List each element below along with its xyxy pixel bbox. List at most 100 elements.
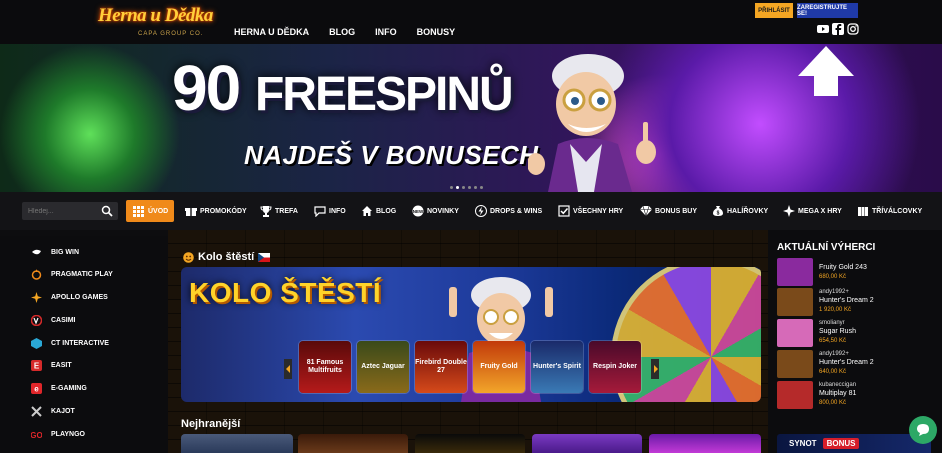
svg-text:GO: GO [31,431,42,440]
category-trefa[interactable]: TREFA [259,200,298,222]
game-tile-aztec-jaguar[interactable]: Aztec Jaguar [357,341,409,393]
game-thumb[interactable] [649,434,761,453]
hero-subline: NAJDEŠ V BONUSECH [244,140,539,170]
login-button[interactable]: PŘIHLÁSIT [755,3,793,18]
category-mega-x-hry[interactable]: MEGA X HRY [782,200,842,222]
kolo-stesti-banner[interactable]: KOLO ŠTĚSTÍ 81 Famous Multifruits Aztec … [181,267,761,402]
instagram-icon[interactable] [847,23,859,35]
winner-user: andy1992+ [819,289,849,295]
hero-headline: 90 FREESPINŮ [172,56,514,127]
easit-icon: E [30,359,42,371]
winner-amount: 680,00 Kč [819,274,847,280]
game-tile-hunters-spirit[interactable]: Hunter's Spirit [531,341,583,393]
category-label: BLOG [376,207,397,215]
search-input[interactable] [28,207,98,215]
winner-game-thumb [777,319,813,347]
winner-item[interactable]: andy1992+ Hunter's Dream 2 640,00 Kč [777,350,937,378]
winner-amount: 640,00 Kč [819,369,847,375]
provider-label: KAJOT [51,407,75,415]
provider-kajot[interactable]: KAJOT [30,404,75,418]
site-logo[interactable]: Herna u Dědka CAPA GROUP CO. [98,5,218,41]
flag-cz-icon [258,252,271,262]
category-label: ÚVOD [148,207,169,215]
category-drops-wins[interactable]: DROPS & WINS [474,200,542,222]
winner-amount: 1 920,00 Kč [819,307,852,313]
winner-amount: 800,00 Kč [819,400,847,406]
winner-item[interactable]: smolianyr Sugar Rush 654,50 Kč [777,319,937,347]
provider-label: PRAGMATIC PLAY [51,270,113,278]
nav-info[interactable]: INFO [375,27,397,37]
grid-icon [132,205,145,218]
facebook-icon[interactable] [832,23,844,35]
provider-e-gaming[interactable]: e E-GAMING [30,381,87,395]
synot-bonus-banner[interactable]: SYNOT BONUS [777,434,931,453]
winners-title: AKTUÁLNÍ VÝHERCI [777,242,876,253]
hero-banner[interactable]: 90 FREESPINŮ NAJDEŠ V BONUSECH [0,44,942,192]
nejhranejsi-heading: Nejhranější [181,418,241,430]
game-tile-firebird-double[interactable]: Firebird Double 27 [415,341,467,393]
chevron-left-icon [285,365,290,373]
youtube-icon[interactable] [817,23,829,35]
category-novinky[interactable]: NEW NOVINKY [411,200,459,222]
hero-headline-number: 90 [172,52,241,124]
game-thumb[interactable] [181,434,293,453]
category-trivalcovky[interactable]: TŘÍVÁLCOVKY [856,200,922,222]
register-button[interactable]: ZAREGISTRUJTE SE! [797,3,858,18]
money-bag-icon: $ [711,205,724,218]
provider-label: E-GAMING [51,384,87,392]
category-promokody[interactable]: PROMOKÓDY [184,200,247,222]
winner-game: Sugar Rush [819,328,856,335]
pragmatic-play-icon [30,268,42,280]
winner-item[interactable]: andy1992+ Hunter's Dream 2 1 920,00 Kč [777,288,937,316]
games-next-button[interactable] [651,359,659,379]
search-box[interactable] [22,202,118,220]
game-tile-famous-multifruits[interactable]: 81 Famous Multifruits [299,341,351,393]
game-thumb[interactable] [532,434,642,453]
provider-casimi[interactable]: CASIMI [30,313,76,327]
provider-big-win[interactable]: BIG WIN [30,245,79,259]
category-halirovky[interactable]: $ HALÍŘOVKY [711,200,768,222]
category-label: DROPS & WINS [490,207,543,215]
big-win-icon [30,246,42,258]
category-info[interactable]: INFO [313,200,346,222]
category-uvod[interactable]: ÚVOD [126,200,175,222]
games-prev-button[interactable] [284,359,292,379]
provider-apollo-games[interactable]: APOLLO GAMES [30,290,108,304]
provider-label: PLAYNGO [51,430,85,438]
kolo-stesti-heading: Kolo štěstí [183,251,271,263]
winner-item[interactable]: Fruity Gold 243 680,00 Kč [777,258,937,286]
game-carousel: 81 Famous Multifruits Aztec Jaguar Fireb… [299,341,641,393]
category-label: HALÍŘOVKY [727,207,769,215]
category-label: NOVINKY [427,207,459,215]
nav-bonusy[interactable]: BONUSY [417,27,456,37]
provider-pragmatic-play[interactable]: PRAGMATIC PLAY [30,267,113,281]
provider-label: CT INTERACTIVE [51,339,109,347]
provider-easit[interactable]: E EASIT [30,358,72,372]
winner-item[interactable]: kubaneccigan Multiplay 81 800,00 Kč [777,381,937,409]
category-label: INFO [329,207,346,215]
game-tile-fruity-gold[interactable]: Fruity Gold [473,341,525,393]
provider-ct-interactive[interactable]: CT INTERACTIVE [30,336,109,350]
main-nav: HERNA U DĚDKA BLOG INFO BONUSY [234,27,475,37]
chat-icon [313,205,326,218]
chat-button[interactable] [909,416,937,444]
game-tile-respin-joker[interactable]: Respin Joker [589,341,641,393]
category-vsechny-hry[interactable]: VŠECHNY HRY [557,200,623,222]
category-bonus-buy[interactable]: BONUS BUY [639,200,697,222]
winner-game: Multiplay 81 [819,390,857,397]
search-icon[interactable] [101,205,113,217]
provider-playngo[interactable]: GO PLAYNGO [30,427,85,441]
game-thumb[interactable] [415,434,525,453]
category-blog[interactable]: BLOG [360,200,396,222]
logo-subtext: CAPA GROUP CO. [138,31,204,37]
new-icon: NEW [411,205,424,218]
chat-bubble-icon [917,424,929,436]
svg-text:E: E [33,361,39,370]
nav-blog[interactable]: BLOG [329,27,355,37]
provider-label: BIG WIN [51,248,79,256]
mega-icon [782,205,795,218]
hero-pagination[interactable] [450,186,483,189]
nav-herna-u-dedka[interactable]: HERNA U DĚDKA [234,27,309,37]
game-thumb[interactable] [298,434,408,453]
ct-interactive-icon [30,337,42,349]
